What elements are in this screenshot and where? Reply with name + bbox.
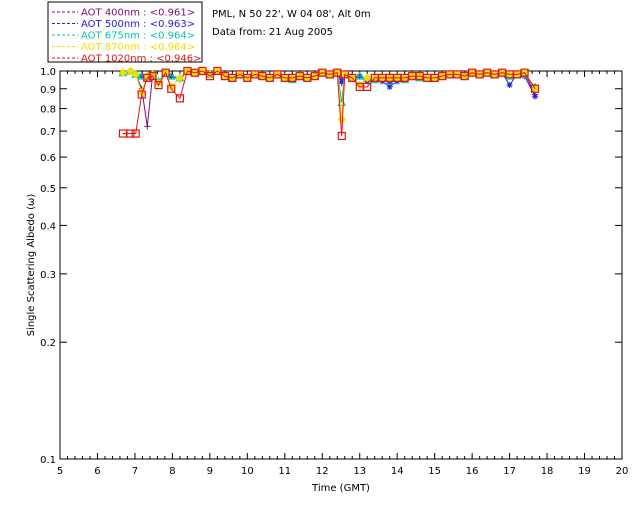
y-tick-label: 0.3 [40,270,56,281]
legend-label: AOT 500nm : <0.963> [81,19,195,30]
x-tick-label: 5 [57,466,63,477]
y-tick-label: 1.0 [40,67,56,78]
x-tick-label: 11 [278,466,291,477]
y-tick-label: 0.6 [40,153,56,164]
legend-label: AOT 400nm : <0.961> [81,8,195,19]
x-tick-label: 9 [207,466,213,477]
x-axis-label: Time (GMT) [311,483,370,494]
data-point [532,93,539,100]
x-tick-label: 19 [578,466,591,477]
y-tick-label: 0.2 [40,338,56,349]
x-tick-label: 12 [316,466,329,477]
legend-label: AOT 870nm : <0.964> [81,42,195,53]
legend-label: AOT 1020nm : <0.946> [81,54,201,65]
x-tick-label: 18 [541,466,554,477]
x-tick-label: 14 [391,466,404,477]
x-tick-label: 10 [241,466,254,477]
x-tick-label: 20 [616,466,629,477]
x-tick-label: 16 [466,466,479,477]
x-tick-label: 7 [132,466,138,477]
y-tick-label: 0.8 [40,105,56,116]
chart-background [0,0,640,512]
y-tick-label: 0.9 [40,85,56,96]
chart-title: PML, N 50 22', W 04 08', Alt 0m [212,9,371,20]
y-tick-label: 0.5 [40,184,56,195]
y-tick-label: 0.4 [40,221,56,232]
y-tick-label: 0.1 [40,455,56,466]
x-tick-label: 6 [94,466,100,477]
x-tick-label: 15 [428,466,441,477]
x-tick-label: 13 [353,466,366,477]
y-tick-label: 0.7 [40,127,56,138]
legend-label: AOT 675nm : <0.964> [81,31,195,42]
y-axis-label: Single Scattering Albedo (ω) [26,194,37,337]
data-point [506,82,513,89]
aot-albedo-chart: AOT 400nm : <0.961>AOT 500nm : <0.963>AO… [0,0,640,512]
x-tick-label: 17 [503,466,516,477]
x-tick-label: 8 [169,466,175,477]
chart-subtitle: Data from: 21 Aug 2005 [212,27,333,38]
